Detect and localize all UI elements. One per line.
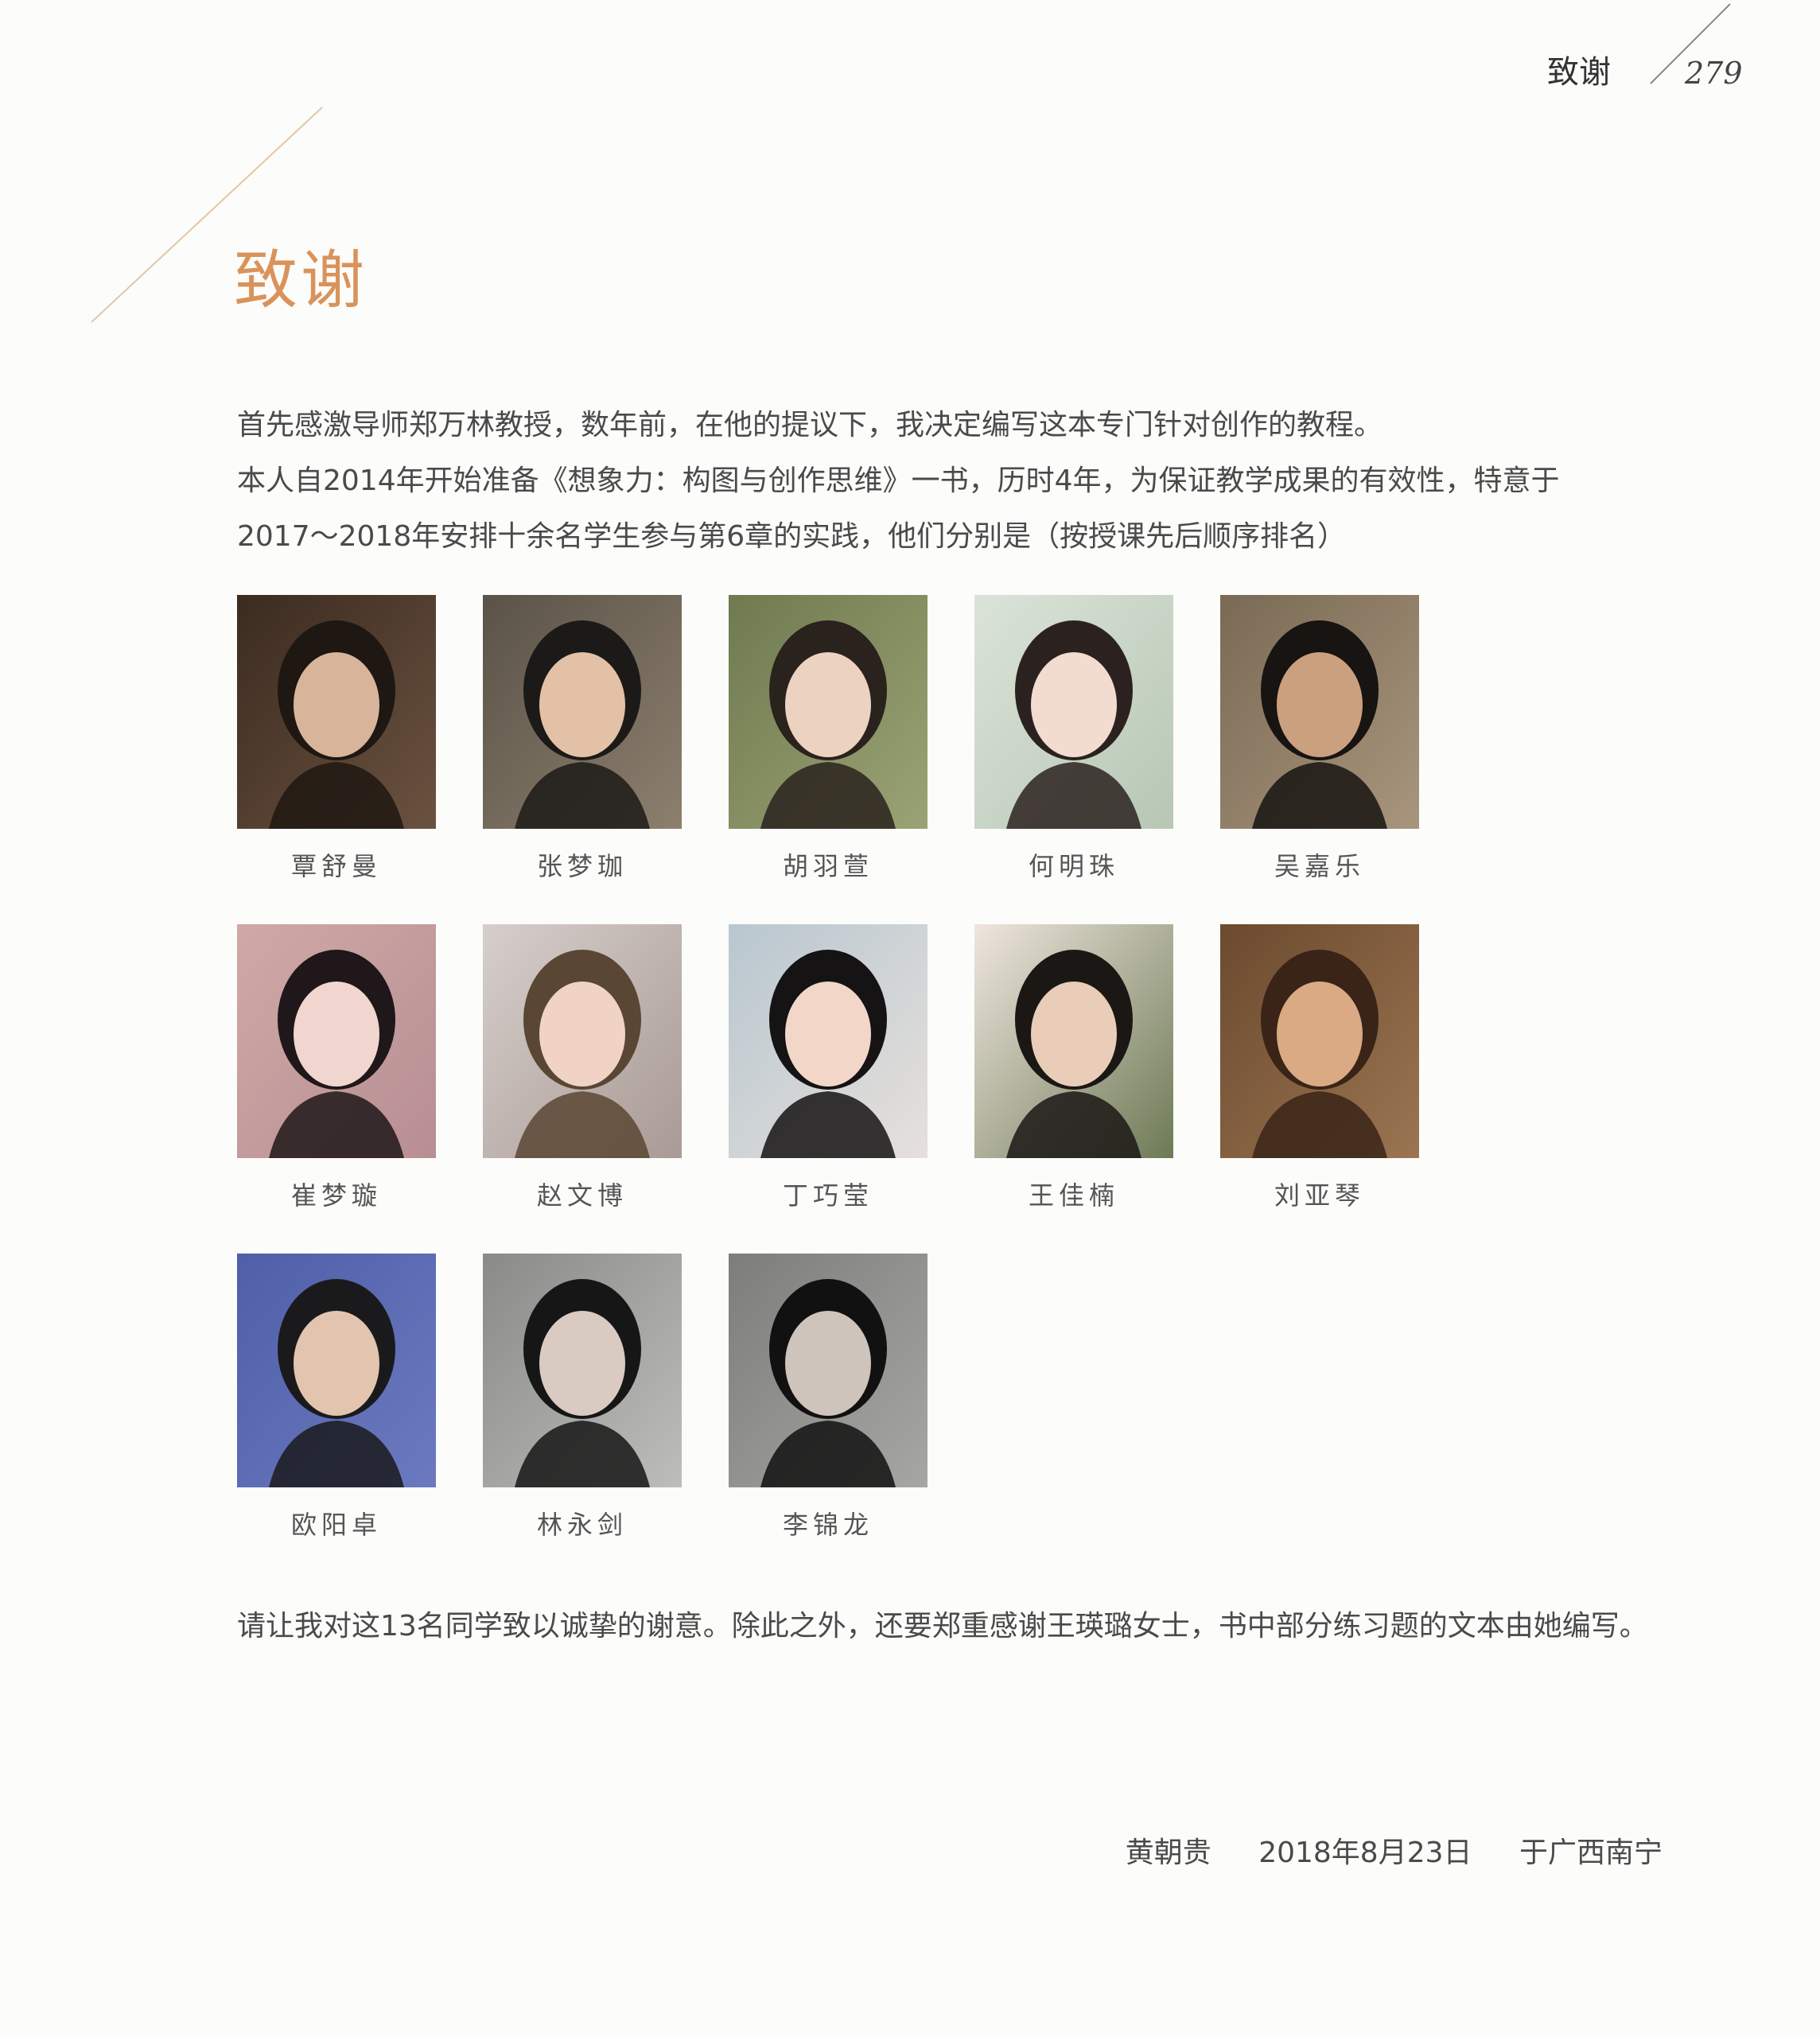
student-card: 王佳楠 — [974, 924, 1173, 1212]
student-photo — [237, 595, 436, 829]
student-photo — [237, 924, 436, 1158]
student-name: 崔梦璇 — [290, 1180, 382, 1211]
student-card: 刘亚琴 — [1220, 924, 1419, 1212]
student-name: 王佳楠 — [1028, 1180, 1119, 1211]
student-photo — [1220, 595, 1419, 829]
student-card: 丁巧莹 — [729, 924, 928, 1212]
student-name: 丁巧莹 — [782, 1180, 873, 1211]
student-name: 李锦龙 — [782, 1510, 873, 1540]
student-photo — [483, 1254, 682, 1487]
student-name: 张梦珈 — [536, 851, 628, 881]
student-card: 覃舒曼 — [237, 595, 436, 883]
student-card: 何明珠 — [974, 595, 1173, 883]
student-photo — [974, 595, 1173, 829]
student-photo — [483, 595, 682, 829]
student-card: 胡羽萱 — [729, 595, 928, 883]
student-photo — [483, 924, 682, 1158]
intro-line: 2017～2018年安排十余名学生参与第6章的实践，他们分别是（按授课先后顺序排… — [237, 520, 1347, 553]
running-head-title: 致谢 — [1547, 54, 1611, 91]
student-photo — [729, 595, 928, 829]
student-photo — [729, 1254, 928, 1487]
student-name: 欧阳卓 — [290, 1510, 382, 1540]
student-name: 覃舒曼 — [290, 851, 382, 881]
student-card: 赵文博 — [483, 924, 682, 1212]
student-name: 何明珠 — [1028, 851, 1119, 881]
student-card: 林永剑 — [483, 1254, 682, 1541]
signature: 黄朝贵 2018年8月23日 于广西南宁 — [1126, 1829, 1662, 1871]
student-card: 李锦龙 — [729, 1254, 928, 1541]
student-name: 林永剑 — [536, 1510, 628, 1540]
signature-place: 于广西南宁 — [1519, 1837, 1662, 1869]
student-photo — [1220, 924, 1419, 1158]
intro-paragraph: 首先感激导师郑万林教授，数年前，在他的提议下，我决定编写这本专门针对创作的教程。… — [237, 398, 1669, 565]
student-card: 张梦珈 — [483, 595, 682, 883]
student-name: 赵文博 — [536, 1180, 628, 1211]
student-name: 胡羽萱 — [782, 851, 873, 881]
intro-line: 本人自2014年开始准备《想象力：构图与创作思维》一书，历时4年，为保证教学成果… — [237, 465, 1560, 497]
student-card: 崔梦璇 — [237, 924, 436, 1212]
signature-date: 2018年8月23日 — [1258, 1837, 1472, 1869]
student-photo — [729, 924, 928, 1158]
student-name: 刘亚琴 — [1274, 1180, 1365, 1211]
student-card: 吴嘉乐 — [1220, 595, 1419, 883]
student-photo — [974, 924, 1173, 1158]
intro-line: 首先感激导师郑万林教授，数年前，在他的提议下，我决定编写这本专门针对创作的教程。 — [237, 409, 1383, 441]
author-name: 黄朝贵 — [1125, 1837, 1211, 1869]
chapter-title: 致谢 — [234, 243, 368, 317]
closing-paragraph: 请让我对这13名同学致以诚挚的谢意。除此之外，还要郑重感谢王瑛璐女士，书中部分练… — [237, 1610, 1648, 1642]
student-name: 吴嘉乐 — [1274, 851, 1365, 881]
page-number: 279 — [1685, 56, 1743, 91]
student-card: 欧阳卓 — [237, 1254, 436, 1541]
student-photo — [237, 1254, 436, 1487]
